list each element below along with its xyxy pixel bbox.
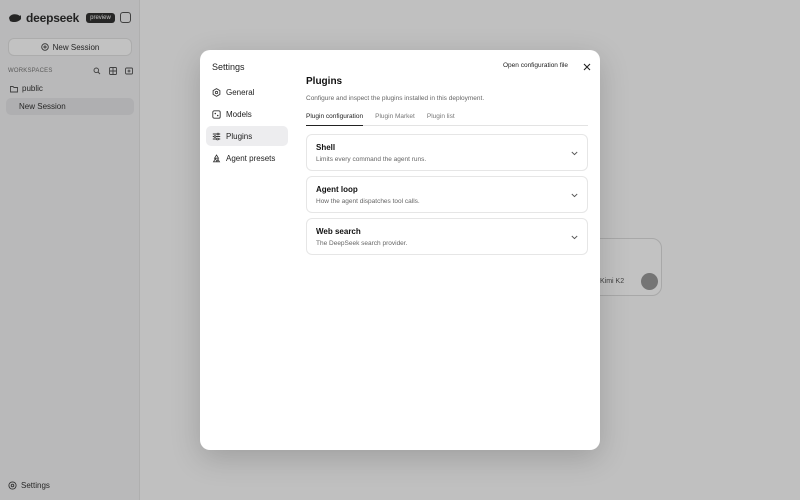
card-title: Shell — [316, 143, 336, 152]
plugin-card-shell[interactable]: Shell Limits every command the agent run… — [306, 134, 588, 171]
chevron-down-icon[interactable] — [570, 233, 578, 241]
card-subtitle: Limits every command the agent runs. — [316, 156, 427, 163]
model-icon — [212, 109, 221, 119]
nav-item-label: Plugins — [226, 131, 253, 141]
recycle-icon — [212, 153, 221, 163]
plugins-panel: Plugins Configure and inspect the plugin… — [306, 76, 588, 102]
settings-modal: Settings General Models Plugins Agent pr… — [200, 50, 600, 450]
nav-item-agent-presets[interactable]: Agent presets — [206, 148, 288, 168]
tab-plugin-market[interactable]: Plugin Market — [375, 112, 415, 126]
panel-description: Configure and inspect the plugins instal… — [306, 95, 485, 102]
chevron-down-icon[interactable] — [570, 191, 578, 199]
nav-item-label: Models — [226, 109, 252, 119]
panel-title: Plugins — [306, 76, 343, 87]
card-subtitle: The DeepSeek search provider. — [316, 240, 408, 247]
plugin-tabs: Plugin configuration Plugin Market Plugi… — [306, 112, 588, 126]
tab-plugin-configuration[interactable]: Plugin configuration — [306, 112, 364, 126]
nav-item-general[interactable]: General — [206, 82, 288, 102]
sliders-icon — [212, 132, 221, 141]
nav-item-plugins[interactable]: Plugins — [206, 126, 288, 146]
modal-title: Settings — [212, 62, 245, 72]
close-icon[interactable] — [582, 62, 591, 71]
card-title: Agent loop — [316, 185, 358, 194]
tab-plugin-list[interactable]: Plugin list — [427, 112, 455, 126]
chevron-down-icon[interactable] — [570, 149, 578, 157]
settings-nav: General Models Plugins Agent presets — [206, 82, 288, 170]
plugin-card-web-search[interactable]: Web search The DeepSeek search provider. — [306, 218, 588, 255]
open-config-button[interactable]: Open configuration file — [503, 62, 568, 72]
nav-item-models[interactable]: Models — [206, 104, 288, 124]
nav-item-label: Agent presets — [226, 153, 276, 163]
nav-item-label: General — [226, 87, 255, 97]
card-title: Web search — [316, 227, 361, 236]
card-subtitle: How the agent dispatches tool calls. — [316, 198, 420, 205]
hexagon-icon — [212, 87, 221, 97]
plugin-cards: Shell Limits every command the agent run… — [306, 134, 588, 260]
plugin-card-agent-loop[interactable]: Agent loop How the agent dispatches tool… — [306, 176, 588, 213]
